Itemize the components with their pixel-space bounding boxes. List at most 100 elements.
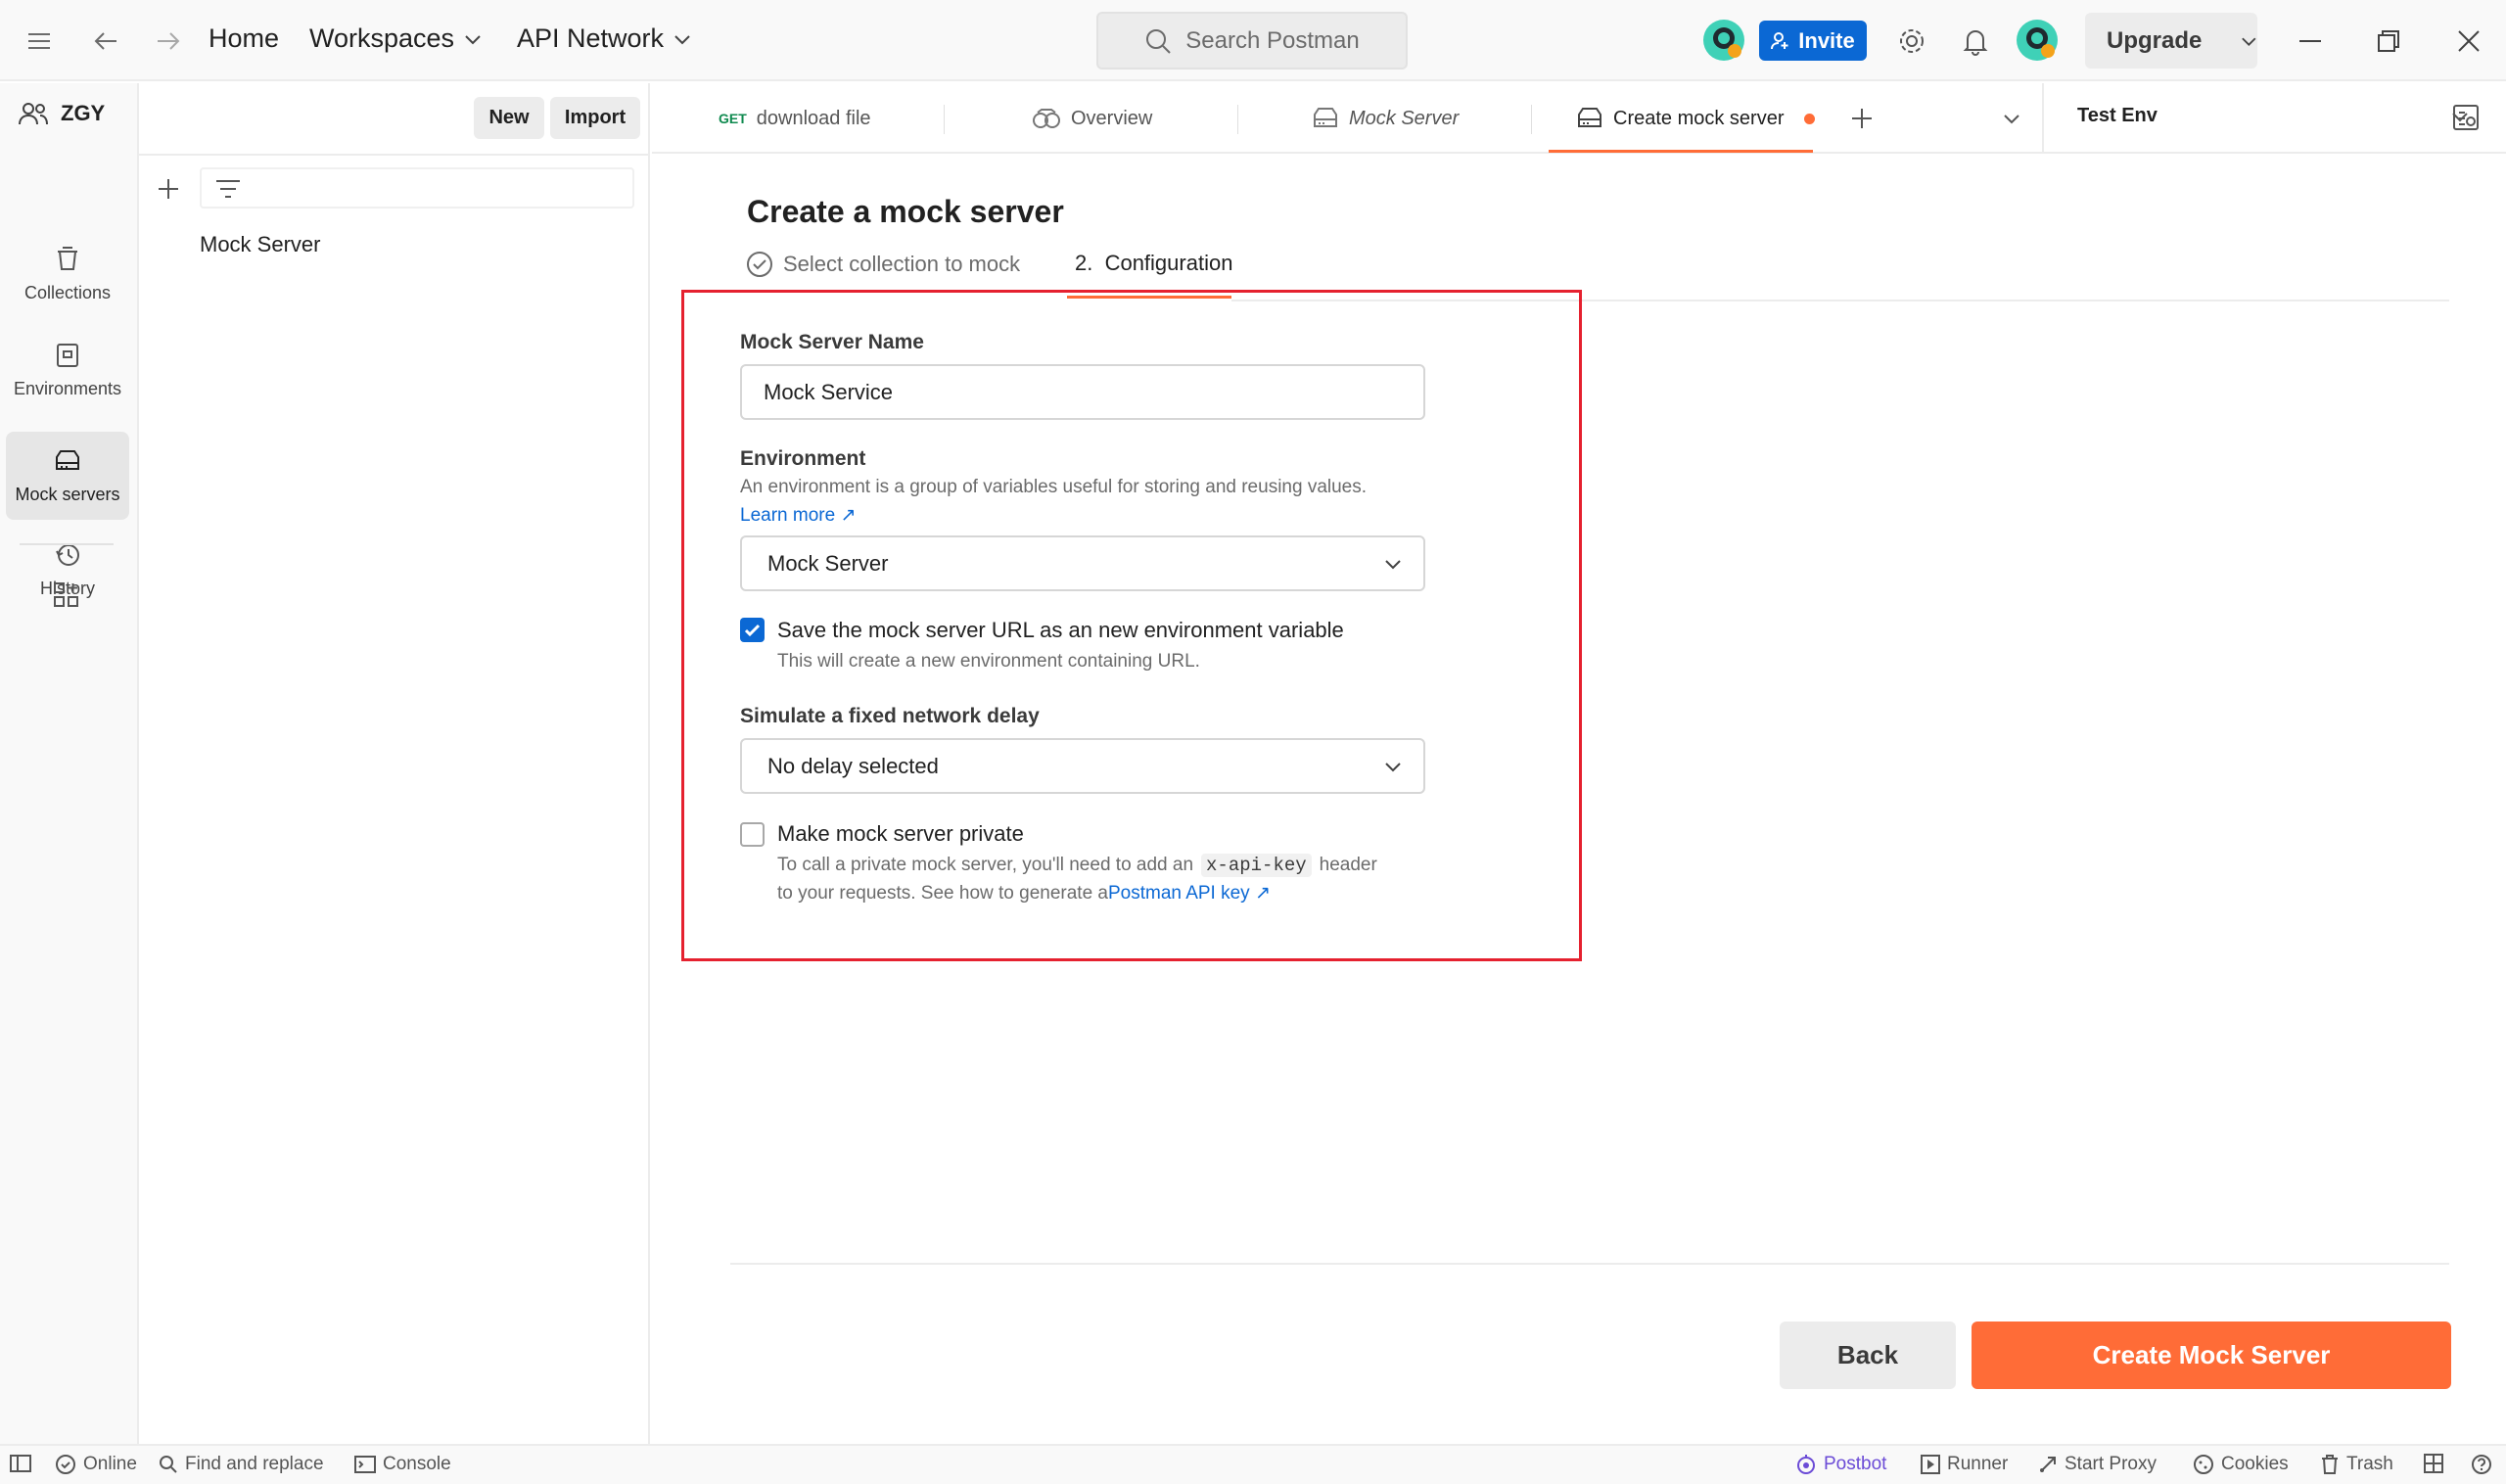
proxy-icon	[2040, 1457, 2056, 1472]
cookie-icon	[2194, 1455, 2213, 1474]
find-replace[interactable]: Find and replace	[159, 1454, 324, 1475]
trash-icon	[2322, 1455, 2338, 1474]
workspaces-menu[interactable]: Workspaces	[309, 23, 482, 54]
tabs-overflow-chevron-icon[interactable]	[2003, 113, 2020, 124]
trash[interactable]: Trash	[2320, 1454, 2393, 1475]
environments-icon	[57, 343, 78, 367]
configure-workbench-icon[interactable]	[52, 580, 81, 610]
private-label[interactable]: Make mock server private	[777, 821, 1024, 847]
new-button[interactable]: New	[474, 97, 544, 139]
environment-quick-look-icon[interactable]	[2451, 103, 2481, 132]
postbot[interactable]: Postbot	[1795, 1454, 1886, 1475]
menu-icon[interactable]	[20, 22, 59, 61]
learn-more-link[interactable]: Learn more ↗	[740, 504, 856, 527]
home-link[interactable]: Home	[209, 23, 279, 54]
invite-button[interactable]: Invite	[1759, 21, 1867, 61]
sidebar-divider	[139, 154, 650, 156]
sidebar-item-mock-server[interactable]: Mock Server	[200, 232, 320, 257]
checkmark-icon	[744, 624, 761, 637]
save-url-label[interactable]: Save the mock server URL as an new envir…	[777, 618, 1344, 643]
search-input[interactable]: Search Postman	[1096, 12, 1408, 70]
runner-icon	[1921, 1455, 1940, 1474]
environment-selector[interactable]: Test Env	[2077, 105, 2469, 127]
filter-input[interactable]	[200, 167, 634, 209]
chevron-down-icon	[1385, 559, 1401, 569]
online-check-icon	[56, 1455, 75, 1474]
collections-icon	[58, 246, 77, 270]
tab-download-file[interactable]: GET download file	[719, 83, 871, 154]
postbot-icon	[1797, 1455, 1815, 1474]
save-url-checkbox[interactable]	[740, 618, 765, 642]
search-icon	[1146, 28, 1171, 54]
environment-help: An environment is a group of variables u…	[740, 477, 1368, 497]
network-delay-select[interactable]: No delay selected	[740, 738, 1425, 794]
environment-select[interactable]: Mock Server	[740, 535, 1425, 591]
sidebar: ZGY New Import Mock Server	[19, 83, 650, 1444]
rail-item-mock-servers-active[interactable]: Mock servers	[6, 432, 129, 520]
online-status[interactable]: Online	[55, 1454, 137, 1475]
filter-icon	[216, 180, 240, 198]
help-icon[interactable]	[2471, 1454, 2492, 1475]
private-help-line-1: To call a private mock server, you'll ne…	[777, 854, 1377, 877]
layout-grid-icon[interactable]	[2424, 1454, 2443, 1473]
create-mock-server-button[interactable]: Create Mock Server	[1972, 1322, 2451, 1389]
notifications-bell-icon[interactable]	[1956, 22, 1995, 61]
workspace-name[interactable]: ZGY	[18, 101, 105, 126]
top-bar: Home Workspaces API Network Search Postm…	[0, 0, 2506, 81]
environment-label: Environment	[740, 447, 866, 470]
team-icon	[19, 103, 48, 125]
cookies[interactable]: Cookies	[2193, 1454, 2289, 1475]
check-circle-icon	[747, 252, 772, 277]
search-icon	[160, 1456, 177, 1473]
left-rail: Collections Environments Mock servers Hi…	[0, 83, 139, 1444]
avatar[interactable]	[1701, 18, 1746, 63]
console-icon	[354, 1456, 376, 1473]
new-tab-plus-icon[interactable]	[1850, 107, 1874, 130]
toggle-sidebar-icon[interactable]	[10, 1454, 31, 1473]
step-select-collection[interactable]: Select collection to mock	[746, 251, 1020, 278]
tab-overview[interactable]: Overview	[1032, 83, 1152, 154]
active-tab-indicator	[1549, 150, 1813, 153]
close-window-icon[interactable]	[2449, 22, 2488, 61]
runner[interactable]: Runner	[1921, 1454, 2008, 1475]
private-help-line-2: to your requests. See how to generate aP…	[777, 883, 1271, 904]
tab-separator	[1531, 105, 1532, 134]
api-network-menu[interactable]: API Network	[517, 23, 691, 54]
private-checkbox[interactable]	[740, 822, 765, 847]
overview-icon	[1033, 109, 1060, 128]
rail-item-environments[interactable]: Environments	[6, 326, 129, 414]
rail-divider	[20, 543, 114, 545]
start-proxy[interactable]: Start Proxy	[2038, 1454, 2157, 1475]
mock-servers-icon	[56, 449, 79, 470]
chevron-down-icon	[465, 34, 481, 44]
profile-avatar[interactable]	[2015, 18, 2060, 63]
tab-create-mock-server[interactable]: Create mock server	[1576, 83, 1815, 154]
postman-api-key-link[interactable]: Postman API key ↗	[1108, 883, 1271, 904]
mock-server-icon	[1578, 108, 1601, 127]
back-arrow-icon[interactable]	[86, 22, 125, 61]
settings-gear-icon[interactable]	[1892, 22, 1931, 61]
api-key-code: x-api-key	[1201, 854, 1312, 877]
rail-item-collections[interactable]: Collections	[6, 230, 129, 318]
import-button[interactable]: Import	[550, 97, 640, 139]
page-title: Create a mock server	[747, 194, 1064, 229]
chevron-down-icon	[1385, 762, 1401, 771]
mock-server-name-input[interactable]: Mock Service	[740, 364, 1425, 420]
restore-window-icon[interactable]	[2369, 22, 2408, 61]
mock-server-icon	[1314, 108, 1337, 127]
save-url-help: This will create a new environment conta…	[777, 651, 1200, 672]
status-bar: Online Find and replace Console Postbot …	[0, 1444, 2506, 1484]
tab-separator	[944, 105, 945, 134]
tab-mock-server[interactable]: Mock Server	[1312, 83, 1459, 154]
add-user-icon	[1771, 31, 1788, 49]
minimize-icon[interactable]	[2291, 22, 2330, 61]
console[interactable]: Console	[354, 1454, 451, 1475]
chevron-down-icon	[2242, 37, 2256, 46]
forward-arrow-icon[interactable]	[149, 22, 188, 61]
add-icon[interactable]	[157, 177, 180, 201]
back-button[interactable]: Back	[1780, 1322, 1956, 1389]
tab-separator	[1237, 105, 1238, 134]
step-configuration[interactable]: 2. Configuration	[1075, 251, 1232, 276]
upgrade-button[interactable]: Upgrade	[2085, 13, 2257, 69]
env-divider	[2042, 83, 2044, 154]
